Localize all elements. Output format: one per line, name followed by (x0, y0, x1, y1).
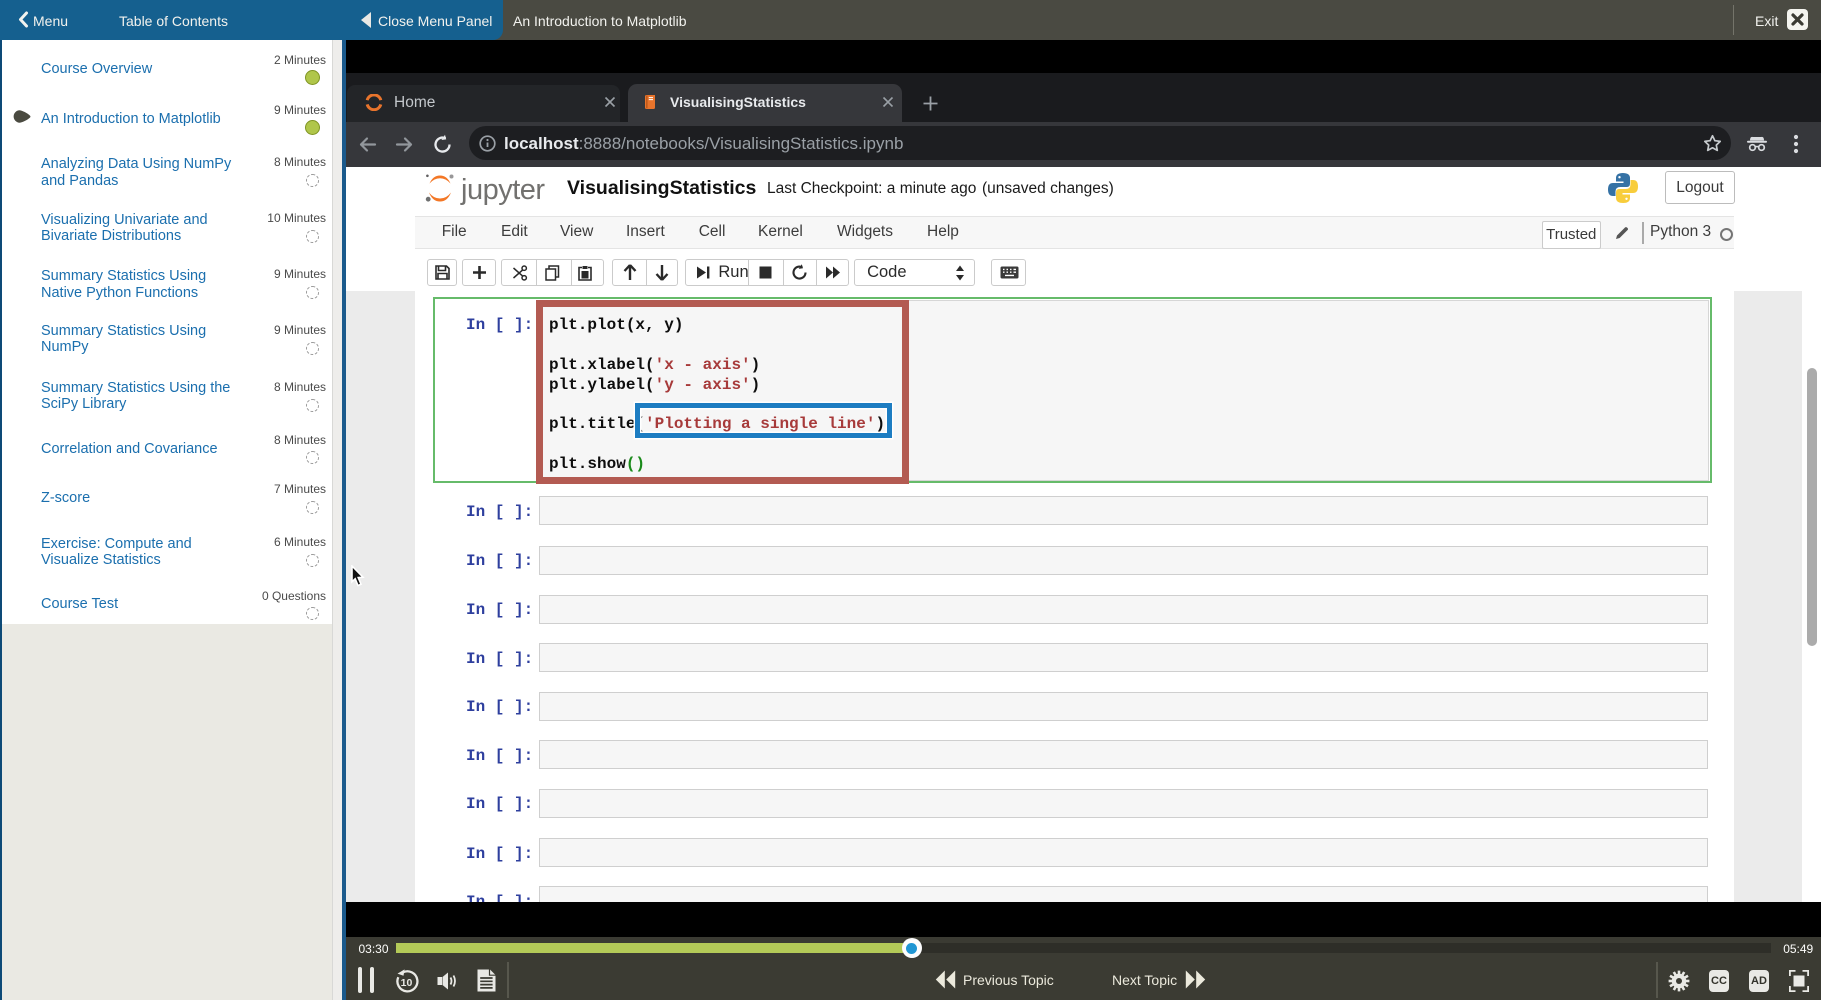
svg-text:10: 10 (401, 977, 413, 989)
